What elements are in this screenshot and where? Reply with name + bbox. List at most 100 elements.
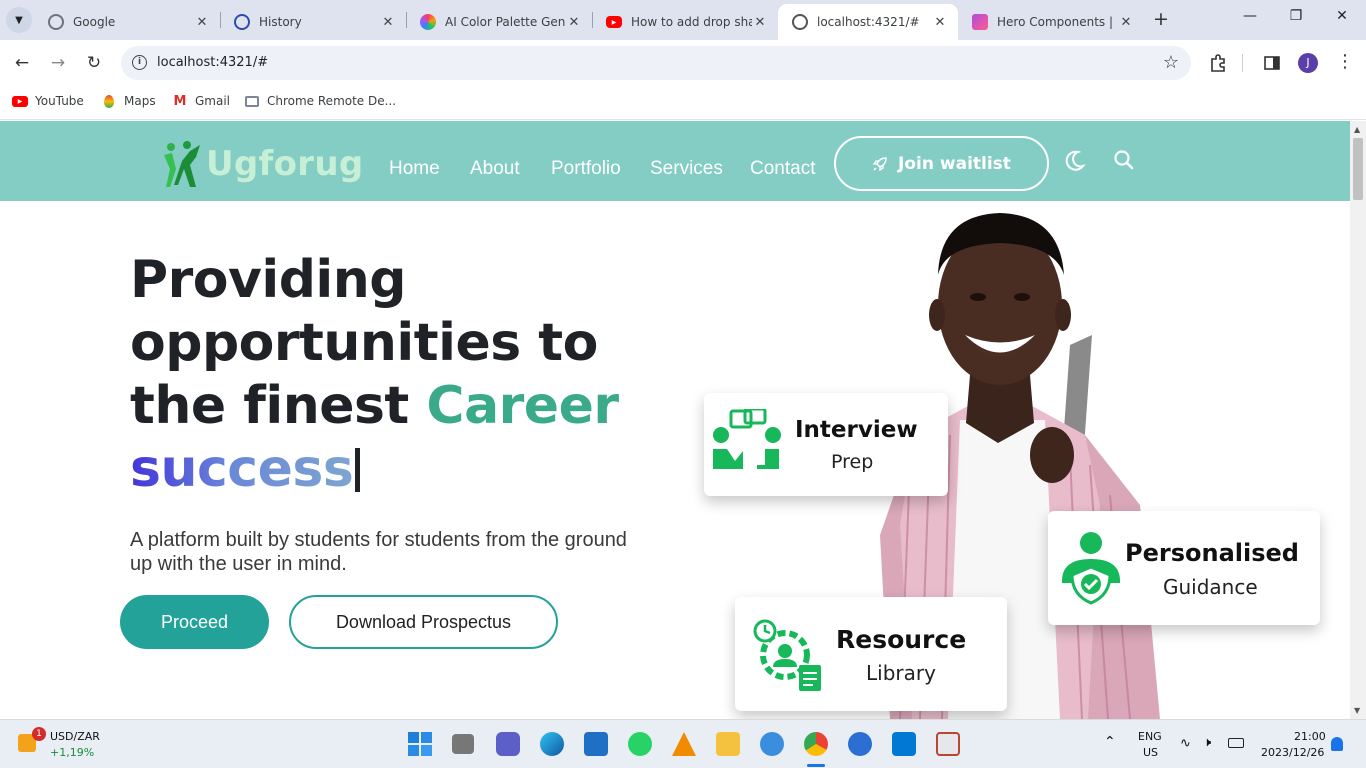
close-icon[interactable]: ✕	[752, 15, 768, 30]
hero-subtitle: A platform built by students for student…	[130, 529, 627, 575]
battery-icon[interactable]	[1228, 738, 1244, 748]
bookmark-chrome-remote-desktop[interactable]: Chrome Remote De...	[244, 94, 396, 108]
remote-desktop-icon	[244, 94, 260, 108]
maps-icon	[101, 94, 117, 108]
nav-about[interactable]: About	[470, 158, 520, 180]
tab-title: Hero Components | L	[997, 15, 1118, 29]
hero-success-word: success	[130, 439, 354, 499]
restore-icon[interactable]: ❐	[1284, 8, 1308, 24]
search-icon[interactable]	[1113, 149, 1135, 171]
close-icon[interactable]: ✕	[566, 15, 582, 30]
extensions-icon[interactable]	[1208, 53, 1228, 73]
tab-title: localhost:4321/#	[817, 15, 920, 29]
tab-drop-shadow-video[interactable]: ▶ How to add drop sha ✕	[592, 4, 778, 40]
scroll-up-icon[interactable]: ▲	[1354, 125, 1360, 134]
site-info-icon[interactable]: i	[132, 55, 147, 70]
mail-icon[interactable]	[584, 732, 608, 756]
more-menu-icon[interactable]: ⋮	[1334, 51, 1356, 73]
file-explorer-icon[interactable]	[716, 732, 740, 756]
join-waitlist-button[interactable]: Join waitlist	[834, 136, 1049, 191]
back-icon[interactable]: ←	[11, 52, 33, 74]
notification-bell-icon[interactable]	[1331, 737, 1343, 751]
tab-title: How to add drop sha	[631, 15, 752, 29]
close-icon[interactable]: ✕	[194, 15, 210, 30]
page-scrollbar[interactable]: ▲ ▼	[1350, 121, 1366, 719]
bookmark-label: Maps	[124, 94, 156, 108]
language-code[interactable]: ENG	[1138, 730, 1162, 743]
forward-icon[interactable]: →	[47, 52, 69, 74]
settings-globe-icon[interactable]	[848, 732, 872, 756]
tab-localhost[interactable]: localhost:4321/# ✕	[778, 4, 958, 40]
guidance-card-subtitle: Guidance	[1163, 575, 1258, 599]
edge-icon[interactable]	[540, 732, 564, 756]
clock-date[interactable]: 2023/12/26	[1261, 746, 1324, 759]
bookmark-star-icon[interactable]: ☆	[1163, 52, 1179, 73]
nav-portfolio[interactable]: Portfolio	[551, 158, 621, 180]
reload-icon[interactable]: ↻	[83, 52, 105, 74]
close-window-icon[interactable]: ✕	[1330, 8, 1354, 24]
new-tab-button[interactable]: +	[1150, 9, 1172, 31]
nav-home[interactable]: Home	[389, 158, 440, 180]
interview-card-title: Interview	[795, 417, 918, 443]
vlc-icon[interactable]	[672, 732, 696, 756]
url-text[interactable]: localhost:4321/#	[157, 55, 268, 70]
globe-icon	[792, 14, 808, 30]
clock-time[interactable]: 21:00	[1294, 730, 1326, 743]
tab-search-button[interactable]: ▼	[6, 7, 32, 33]
close-icon[interactable]: ✕	[932, 15, 948, 30]
windows-start-icon[interactable]	[408, 732, 432, 756]
tab-title: Google	[73, 15, 116, 29]
nav-contact[interactable]: Contact	[750, 158, 815, 180]
download-prospectus-button[interactable]: Download Prospectus	[289, 595, 558, 649]
volume-icon[interactable]: 🕨	[1203, 735, 1211, 750]
palette-icon	[420, 14, 436, 30]
tab-strip: ▼ Google ✕ History ✕ AI Color Palette Ge…	[0, 0, 1366, 40]
moon-icon[interactable]	[1064, 149, 1086, 173]
wifi-icon[interactable]: ∿	[1180, 736, 1191, 751]
currency-widget[interactable]: 1 USD/ZAR +1,19%	[14, 727, 100, 762]
side-panel-icon[interactable]	[1262, 53, 1282, 73]
tab-history[interactable]: History ✕	[220, 4, 406, 40]
vscode-icon[interactable]	[892, 732, 916, 756]
widget-value: +1,19%	[50, 746, 95, 759]
hero-line-1: Providing	[130, 250, 407, 310]
task-view-icon[interactable]	[452, 734, 474, 754]
library-card-title: Resource	[836, 625, 967, 654]
proceed-button[interactable]: Proceed	[120, 595, 269, 649]
resource-library-gear-icon	[753, 619, 821, 691]
keyboard-layout[interactable]: US	[1143, 746, 1158, 759]
history-icon	[234, 14, 250, 30]
guidance-card-title: Personalised	[1125, 539, 1299, 567]
bookmark-youtube[interactable]: ▶ YouTube	[12, 94, 84, 108]
tab-hero-components[interactable]: Hero Components | L ✕	[958, 4, 1144, 40]
scrollbar-thumb[interactable]	[1353, 138, 1363, 200]
profile-avatar[interactable]: J	[1298, 53, 1318, 73]
chevron-down-icon: ▼	[15, 14, 23, 26]
bookmark-maps[interactable]: Maps	[101, 94, 156, 108]
join-waitlist-label: Join waitlist	[898, 153, 1011, 174]
chevron-up-icon[interactable]: ⌃	[1104, 734, 1116, 750]
personalised-guidance-card[interactable]: Personalised Guidance	[1048, 511, 1320, 625]
site-logo[interactable]: Ugforug	[160, 139, 364, 189]
bookmark-gmail[interactable]: M Gmail	[172, 93, 230, 109]
gmail-icon: M	[173, 93, 187, 109]
widget-label: USD/ZAR	[50, 730, 100, 743]
close-icon[interactable]: ✕	[380, 15, 396, 30]
help-icon[interactable]	[760, 732, 784, 756]
youtube-icon: ▶	[606, 16, 622, 28]
whatsapp-icon[interactable]	[628, 732, 652, 756]
rocket-icon	[872, 156, 887, 171]
interview-prep-card[interactable]: Interview Prep	[704, 393, 948, 496]
snipping-tool-icon[interactable]	[936, 732, 960, 756]
address-bar[interactable]: i localhost:4321/# ☆	[121, 46, 1191, 80]
minimize-icon[interactable]: —	[1238, 8, 1262, 24]
scroll-down-icon[interactable]: ▼	[1354, 706, 1360, 715]
nav-services[interactable]: Services	[650, 158, 723, 180]
resource-library-card[interactable]: Resource Library	[735, 597, 1007, 711]
close-icon[interactable]: ✕	[1118, 15, 1134, 30]
tab-ai-color-palette[interactable]: AI Color Palette Gene ✕	[406, 4, 592, 40]
page-viewport: Ugforug Home About Portfolio Services Co…	[0, 121, 1350, 719]
teams-icon[interactable]	[496, 732, 520, 756]
chrome-icon[interactable]	[804, 732, 828, 756]
tab-google[interactable]: Google ✕	[34, 4, 220, 40]
